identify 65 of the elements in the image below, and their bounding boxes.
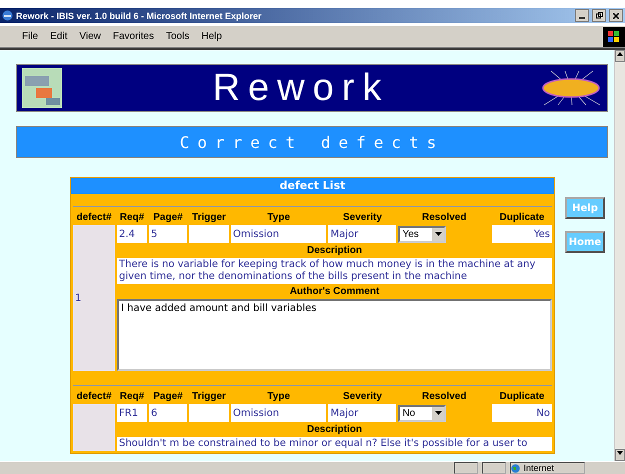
column-header: defect# — [75, 211, 112, 223]
comment-field[interactable]: I have added amount and bill variables — [117, 299, 552, 371]
window-title: Rework - IBIS ver. 1.0 build 6 - Microsoft Internet Explorer — [16, 10, 263, 20]
caret-icon — [434, 411, 442, 415]
table-cell: No — [492, 404, 552, 422]
table-cell: Major — [328, 225, 396, 243]
scrollbar[interactable] — [614, 50, 625, 461]
column-header: Trigger — [191, 211, 227, 223]
table-cell: Omission — [231, 404, 326, 422]
menu-item[interactable]: Tools — [160, 31, 196, 42]
restore-button[interactable] — [592, 9, 606, 22]
close-icon — [613, 12, 619, 18]
caret-icon — [434, 232, 442, 236]
table-cell: FR1 — [117, 404, 147, 422]
menu-item[interactable]: Edit — [44, 31, 74, 42]
column-header: Type — [266, 390, 292, 402]
table-cell: 2.4 — [117, 225, 147, 243]
column-header: Trigger — [191, 390, 227, 402]
table-cell: Major — [328, 404, 396, 422]
column-header: Resolved — [420, 211, 468, 223]
column-header: Type — [266, 211, 292, 223]
column-header: Severity — [342, 390, 383, 402]
description-text: There is no variable for keeping track of how much money is in the machine at any given time, nor the denominations of the bills present in the machine — [117, 258, 552, 284]
column-header: Severity — [342, 211, 383, 223]
ibis-logo — [540, 70, 602, 106]
resolved-dropdown[interactable]: Yes — [398, 226, 446, 242]
scroll-up-icon — [617, 52, 623, 56]
description-label: Description — [306, 245, 363, 256]
menu-item[interactable]: File — [16, 31, 44, 42]
status-panel — [454, 462, 478, 474]
table-cell — [189, 404, 229, 422]
windows-logo — [603, 26, 625, 46]
page-title: Rework — [212, 66, 390, 110]
table-cell: Omission — [231, 225, 326, 243]
defect-number-cell: 1 — [73, 225, 115, 371]
description-text: Shouldn't m be constrained to be minor or equal n? Else it's possible for a user to — [117, 437, 552, 451]
status-panel — [482, 462, 506, 474]
table-cell: 5 — [149, 225, 187, 243]
close-button[interactable] — [609, 9, 623, 22]
resolved-dropdown[interactable]: No — [398, 404, 446, 422]
menu-item[interactable]: View — [73, 31, 107, 42]
comment-label: Author's Comment — [288, 286, 380, 297]
column-header: defect# — [75, 390, 112, 402]
scroll-down-icon — [617, 451, 623, 455]
zone-label: Internet — [523, 463, 554, 473]
globe-icon — [511, 464, 520, 472]
table-cell: Yes — [492, 225, 552, 243]
column-header: Req# — [118, 390, 146, 402]
column-header: Req# — [118, 211, 146, 223]
description-label: Description — [306, 424, 363, 435]
list-title: defect List — [71, 178, 554, 194]
lab-logo — [22, 68, 62, 108]
column-header: Resolved — [420, 390, 468, 402]
table-cell: 6 — [149, 404, 187, 422]
restore-icon — [596, 12, 602, 19]
menu-item[interactable]: Favorites — [106, 31, 160, 42]
table-cell — [189, 225, 229, 243]
menu-item[interactable]: Help — [195, 31, 228, 42]
column-header: Duplicate — [498, 390, 546, 402]
column-header: Page# — [152, 211, 184, 223]
defect-number-cell — [73, 404, 115, 451]
minimize-button[interactable] — [575, 9, 589, 22]
section-title: Correct defects — [180, 132, 444, 152]
column-header: Duplicate — [498, 211, 546, 223]
column-header: Page# — [152, 390, 184, 402]
